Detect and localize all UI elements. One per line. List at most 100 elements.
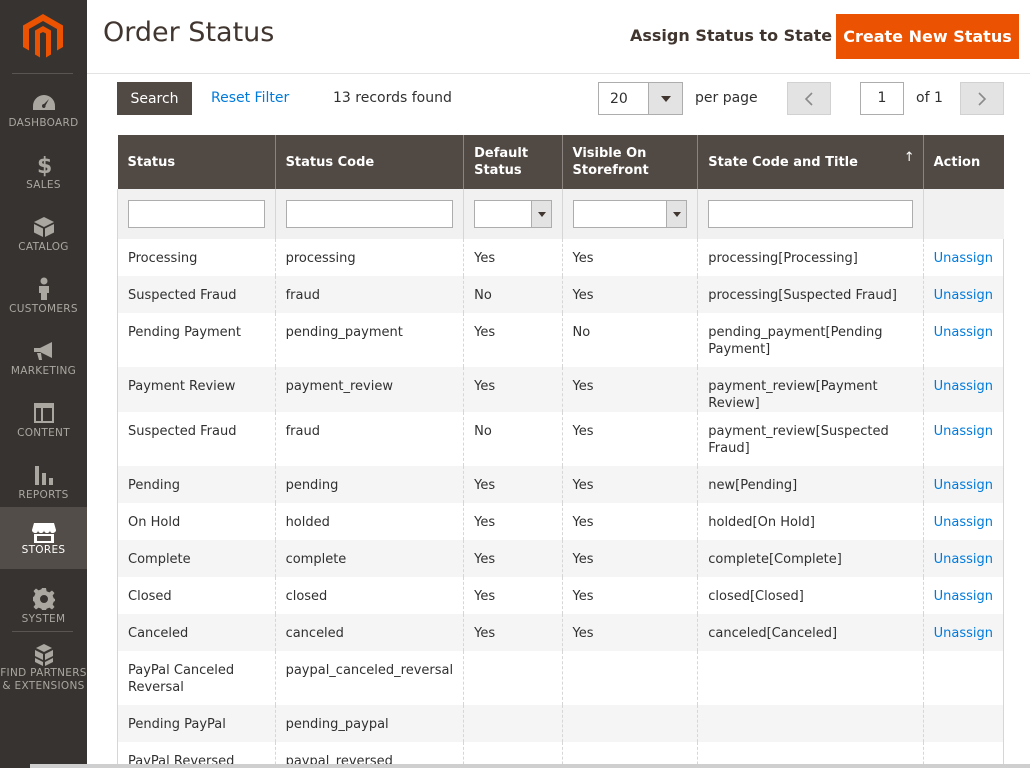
unassign-link[interactable]: Unassign [934,589,993,604]
column-header-state-code[interactable]: State Code and Title ↑ [697,135,924,189]
page-number-input[interactable]: 1 [860,82,904,115]
status-cell: Processing [117,239,276,276]
table-row: Processing processing Yes Yes processing[Pro… [117,239,1005,276]
visible-cell: Yes [561,466,698,503]
status-code-cell: pending_payment [274,313,464,367]
status-code-cell: fraud [274,412,464,466]
column-header-default-status[interactable]: Default Status [463,135,563,189]
status-cell: Complete [117,540,276,577]
state-code-cell [697,651,924,705]
unassign-link[interactable]: Unassign [934,325,993,340]
status-code-cell: fraud [274,276,464,313]
status-cell: On Hold [117,503,276,540]
create-new-status-button[interactable]: Create New Status [836,14,1019,59]
visible-cell: No [561,313,698,367]
reset-filter-link[interactable]: Reset Filter [211,90,289,106]
status-cell: Suspected Fraud [117,412,276,466]
page-total: of 1 [916,90,943,106]
status-code-cell: pending [274,466,464,503]
column-header-action: Action [922,135,1004,189]
sidebar-divider [12,73,73,74]
state-code-cell: canceled[Canceled] [697,614,924,651]
unassign-link[interactable]: Unassign [934,288,993,303]
state-code-cell: processing[Suspected Fraud] [697,276,924,313]
dashboard-icon [32,91,56,115]
status-filter-input[interactable] [128,200,265,228]
visible-cell: Yes [561,367,698,412]
column-header-status-code[interactable]: Status Code [274,135,464,189]
horizontal-scrollbar[interactable] [30,764,1030,768]
admin-sidebar: DASHBOARD $ SALES CATALOG CUSTOMERS MARK… [0,0,87,768]
sidebar-item-label: STORES [21,544,66,556]
status-cell: Suspected Fraud [117,276,276,313]
status-code-cell: holded [274,503,464,540]
action-cell [922,651,1005,705]
unassign-link[interactable]: Unassign [934,626,993,641]
sidebar-item-dashboard[interactable]: DASHBOARD [0,83,87,145]
unassign-link[interactable]: Unassign [934,552,993,567]
column-header-visible-on-storefront[interactable]: Visible On Storefront [561,135,698,189]
header-divider [87,73,1030,74]
action-cell: Unassign [922,540,1005,577]
default-status-cell: Yes [463,614,563,651]
per-page-label: per page [695,90,758,106]
action-cell: Unassign [922,503,1005,540]
unassign-link[interactable]: Unassign [934,251,993,266]
status-cell: Canceled [117,614,276,651]
sidebar-item-partners[interactable]: FIND PARTNERS & EXTENSIONS [0,640,87,698]
status-code-filter-input[interactable] [285,200,454,228]
per-page-select[interactable]: 20 [598,82,683,115]
sidebar-item-label: SYSTEM [21,613,66,625]
svg-text:$: $ [37,154,52,177]
store-icon [31,521,56,545]
state-code-cell: payment_review[Payment Review] [697,367,924,412]
unassign-link[interactable]: Unassign [934,379,993,394]
sidebar-divider [12,631,73,632]
state-code-filter-input[interactable] [708,200,913,228]
sidebar-item-customers[interactable]: CUSTOMERS [0,269,87,331]
default-status-cell [463,705,563,742]
megaphone-icon [32,339,56,363]
status-cell: Pending Payment [117,313,276,367]
previous-page-button[interactable] [787,82,831,115]
visible-cell: Yes [561,276,698,313]
status-code-cell: paypal_canceled_reversal [274,651,464,705]
next-page-button[interactable] [960,82,1004,115]
default-status-filter-select[interactable] [474,200,552,228]
table-row: Closed closed Yes Yes closed[Closed] Unassign [117,577,1005,614]
state-code-cell: holded[On Hold] [697,503,924,540]
table-row: On Hold holded Yes Yes holded[On Hold] Unassi… [117,503,1005,540]
sidebar-item-catalog[interactable]: CATALOG [0,207,87,269]
default-status-cell: Yes [463,367,563,412]
default-status-cell: No [463,276,563,313]
table-row: Payment Review payment_review Yes Yes paymen… [117,367,1005,412]
visible-filter-select[interactable] [572,200,688,228]
sort-ascending-icon: ↑ [903,150,915,165]
visible-cell: Yes [561,239,698,276]
table-row: Pending pending Yes Yes new[Pending] Unassign [117,466,1005,503]
unassign-link[interactable]: Unassign [934,478,993,493]
unassign-link[interactable]: Unassign [934,515,993,530]
status-code-cell: complete [274,540,464,577]
default-status-cell: Yes [463,313,563,367]
person-icon [32,277,56,301]
state-code-cell: new[Pending] [697,466,924,503]
chevron-right-icon [978,91,987,106]
box-icon [32,215,56,239]
action-cell: Unassign [922,466,1005,503]
chevron-down-icon[interactable] [648,83,682,114]
magento-logo-icon[interactable] [23,14,63,58]
sidebar-item-marketing[interactable]: MARKETING [0,331,87,393]
sidebar-item-content[interactable]: CONTENT [0,393,87,455]
status-cell: PayPal Canceled Reversal [117,651,276,705]
column-header-status[interactable]: Status [117,135,276,189]
search-button[interactable]: Search [117,82,192,115]
sidebar-item-sales[interactable]: $ SALES [0,145,87,207]
unassign-link[interactable]: Unassign [934,424,993,439]
sidebar-item-label: SALES [26,179,61,191]
state-code-cell: payment_review[Suspected Fraud] [697,412,924,466]
sidebar-item-stores[interactable]: STORES [0,507,87,569]
assign-status-to-state-button[interactable]: Assign Status to State [630,26,832,45]
visible-cell: Yes [561,614,698,651]
status-code-cell: pending_paypal [274,705,464,742]
